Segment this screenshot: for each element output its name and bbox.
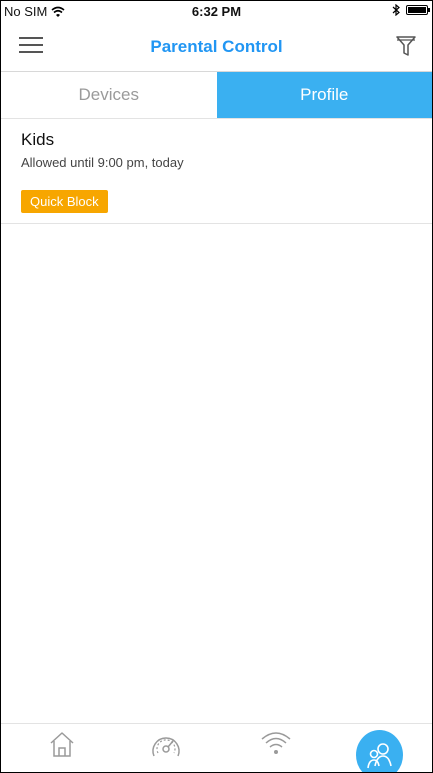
parental-active-indicator <box>356 730 403 772</box>
profile-status: Allowed until 9:00 pm, today <box>21 155 184 170</box>
home-icon <box>50 732 74 757</box>
profile-name: Kids <box>21 130 55 149</box>
wifi-icon <box>261 732 291 754</box>
bluetooth-icon <box>392 4 400 16</box>
app-screen: No SIM 6:32 PM Parental Control Devices … <box>0 0 433 773</box>
nav-wifi[interactable] <box>254 730 298 772</box>
profile-card[interactable]: Kids Allowed until 9:00 pm, today Quick … <box>1 119 432 224</box>
segmented-tabs: Devices Profile <box>1 72 432 119</box>
status-bar: No SIM 6:32 PM <box>1 1 432 23</box>
quick-block-button[interactable]: Quick Block <box>21 190 108 213</box>
nav-home[interactable] <box>40 730 84 772</box>
tab-devices[interactable]: Devices <box>1 72 217 118</box>
filter-button[interactable] <box>396 35 418 59</box>
nav-parental-control[interactable] <box>356 730 403 772</box>
status-right <box>392 4 430 16</box>
battery-icon <box>406 5 430 15</box>
page-title: Parental Control <box>150 37 283 56</box>
tab-profile[interactable]: Profile <box>216 72 432 118</box>
filter-icon <box>396 36 416 56</box>
speedometer-icon <box>152 737 180 757</box>
parental-control-icon <box>366 743 392 769</box>
status-time: 6:32 PM <box>191 4 242 19</box>
nav-speedtest[interactable] <box>144 730 188 772</box>
bottom-nav <box>1 723 432 772</box>
nav-bar: Parental Control <box>1 23 432 72</box>
